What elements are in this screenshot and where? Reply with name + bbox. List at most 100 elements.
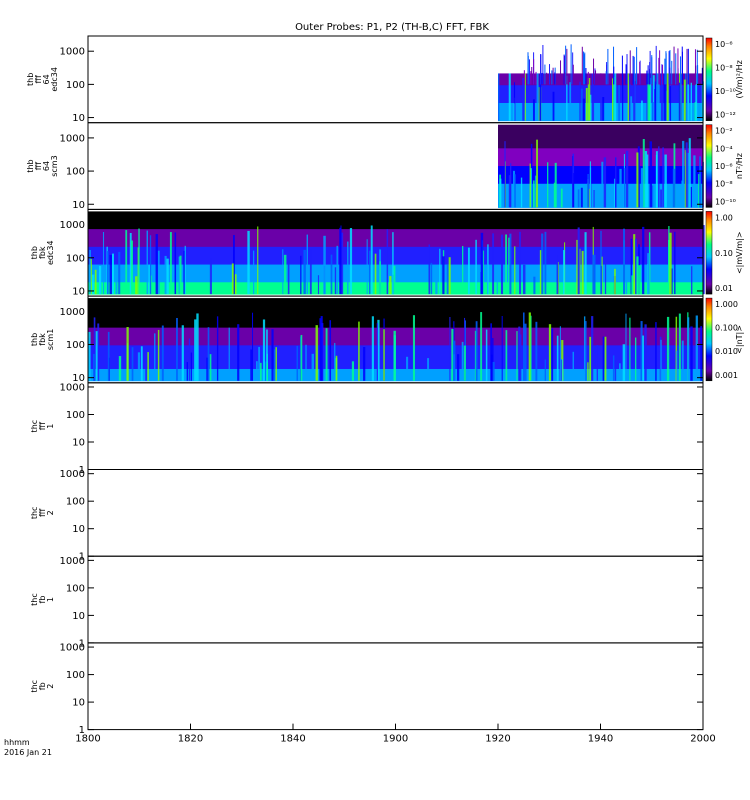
heatmap-streak <box>131 347 134 381</box>
heatmap-streak <box>492 233 495 295</box>
heatmap-streak <box>126 326 129 381</box>
heatmap-streak <box>655 151 658 208</box>
colorbar-unit-label: (V/m)²/Hz <box>735 60 744 98</box>
heatmap-streak <box>584 232 587 295</box>
heatmap-streak <box>585 68 587 85</box>
heatmap-band <box>498 124 703 132</box>
heatmap-streak <box>109 254 112 295</box>
heatmap-streak <box>623 168 626 208</box>
heatmap-streak <box>625 313 627 381</box>
heatmap-streak <box>228 327 230 381</box>
colorbar <box>705 211 713 295</box>
heatmap-streak <box>551 70 553 85</box>
heatmap-streak <box>554 162 557 208</box>
heatmap-streak <box>196 313 199 381</box>
heatmap-streak <box>463 345 466 381</box>
heatmap-streak <box>446 264 449 295</box>
heatmap-streak <box>94 269 97 295</box>
heatmap-streak <box>448 257 451 295</box>
heatmap-streak <box>137 352 141 381</box>
colorbar <box>705 124 713 208</box>
panel-thc-fff-2: 1101001000thc fff 2 <box>30 469 704 563</box>
heatmap-streak <box>605 71 607 85</box>
heatmap-streak <box>462 245 464 295</box>
heatmap-streak <box>389 276 392 295</box>
x-tick-label: 1940 <box>588 734 613 745</box>
heatmap-band <box>88 315 703 323</box>
heatmap-streak <box>186 362 188 381</box>
y-tick-label: 10 <box>72 286 85 297</box>
heatmap-streak <box>685 142 688 208</box>
heatmap-streak <box>539 250 542 295</box>
heatmap-streak <box>456 354 460 381</box>
heatmap-band <box>88 304 703 311</box>
heatmap-streak <box>452 340 456 381</box>
heatmap-streak <box>184 245 186 295</box>
heatmap-streak <box>336 245 339 295</box>
heatmap-streak <box>93 353 95 381</box>
heatmap-streak <box>519 231 521 295</box>
heatmap-streak <box>535 71 537 85</box>
heatmap-streak <box>435 276 438 295</box>
heatmap-streak <box>548 324 552 381</box>
heatmap-streak <box>271 329 274 381</box>
heatmap-streak <box>615 157 617 208</box>
heatmap-band <box>498 142 703 149</box>
heatmap-streak <box>666 316 670 381</box>
heatmap-streak <box>585 88 588 121</box>
x-tick-label: 1920 <box>485 734 510 745</box>
heatmap-streak <box>583 54 585 85</box>
heatmap-streak <box>329 320 332 381</box>
heatmap-streak <box>552 67 554 85</box>
heatmap-streak <box>662 147 664 208</box>
heatmap-streak <box>589 336 592 381</box>
heatmap-streak <box>485 329 488 381</box>
heatmap-streak <box>572 64 574 85</box>
heatmap-streak <box>504 141 506 208</box>
heatmap-streak <box>430 262 433 295</box>
heatmap-streak <box>552 91 555 121</box>
heatmap-streak <box>603 157 607 208</box>
heatmap-streak <box>349 228 353 295</box>
heatmap-streak <box>155 234 158 295</box>
heatmap-streak <box>600 73 602 85</box>
y-tick-label: 100 <box>66 80 85 91</box>
colorbar-tick-label: 1.00 <box>715 213 733 222</box>
heatmap-streak <box>386 229 389 295</box>
heatmap-streak <box>700 326 703 381</box>
x-tick-label: 2000 <box>690 734 715 745</box>
heatmap-streak <box>632 55 634 85</box>
y-tick-label: 100 <box>66 253 85 264</box>
heatmap-streak <box>179 255 182 295</box>
heatmap-streak <box>282 249 284 295</box>
heatmap-band <box>498 154 703 161</box>
heatmap-streak <box>642 226 645 295</box>
heatmap-streak <box>371 316 374 381</box>
heatmap-streak <box>695 315 698 381</box>
heatmap-streak <box>566 48 568 85</box>
panel-frame <box>87 382 704 470</box>
panel-frame <box>87 555 704 644</box>
heatmap-streak <box>593 190 595 208</box>
colorbar-tick-label: 0.01 <box>715 284 733 293</box>
heatmap-streak <box>563 250 565 295</box>
heatmap-streak <box>125 230 128 295</box>
heatmap-streak <box>660 339 662 381</box>
panel-label: thc fb 2 <box>30 680 55 693</box>
heatmap-streak <box>480 312 483 381</box>
panel-label-line: 2 <box>46 684 55 689</box>
heatmap-streak <box>379 261 381 295</box>
heatmap-streak <box>98 265 102 295</box>
heatmap-streak <box>209 258 212 295</box>
heatmap-band <box>88 211 703 218</box>
heatmap-streak <box>147 352 149 381</box>
heatmap-streak <box>330 254 333 295</box>
heatmap-band <box>498 166 703 173</box>
heatmap-streak <box>647 65 649 85</box>
heatmap-streak <box>660 189 663 208</box>
heatmap-streak <box>626 150 629 208</box>
heatmap-streak <box>392 232 394 295</box>
heatmap-band <box>88 235 703 242</box>
heatmap-streak <box>613 66 615 85</box>
heatmap-streak <box>118 251 121 295</box>
